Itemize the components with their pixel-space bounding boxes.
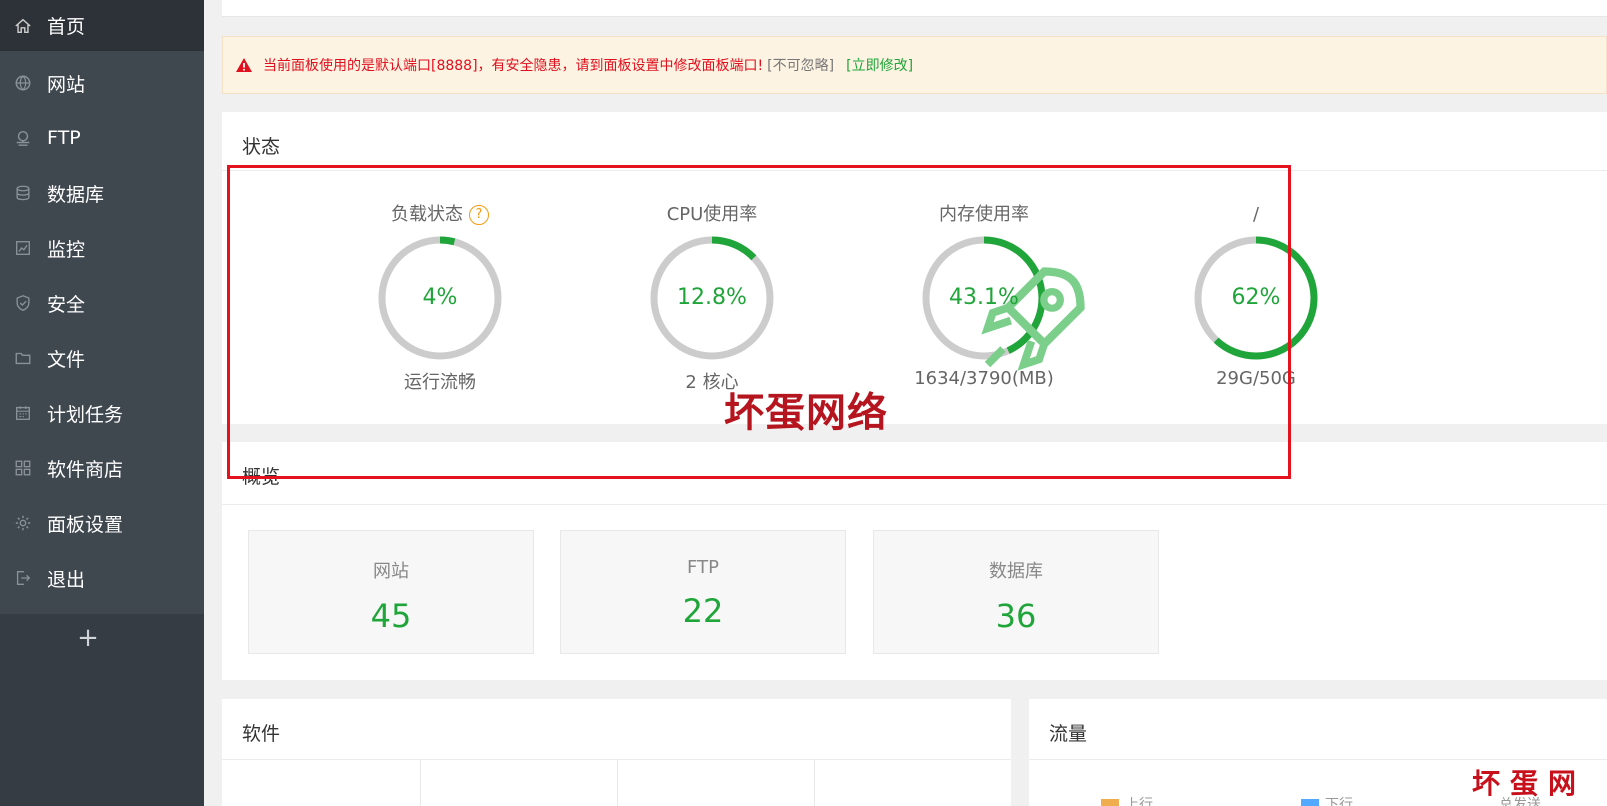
home-icon [13, 16, 33, 36]
software-cell-divider [420, 759, 421, 806]
watermark: 坏蛋网络 [724, 389, 888, 436]
sidebar-item-files[interactable]: 文件 [0, 330, 204, 386]
sidebar-item-label: 安全 [47, 293, 86, 316]
grid-icon [13, 458, 33, 478]
alert-message: 当前面板使用的是默认端口[8888]，有安全隐患，请到面板设置中修改面板端口! [263, 58, 764, 74]
globe-icon [13, 73, 33, 93]
sidebar-item-store[interactable]: 软件商店 [0, 440, 204, 496]
sidebar-item-website[interactable]: 网站 [0, 55, 204, 111]
legend-label: 下行 [1325, 797, 1353, 806]
sidebar-item-database[interactable]: 数据库 [0, 165, 204, 221]
overview-card-website[interactable]: 网站 45 [248, 530, 534, 654]
security-alert: 当前面板使用的是默认端口[8888]，有安全隐患，请到面板设置中修改面板端口! … [222, 36, 1607, 94]
sidebar-item-label: 退出 [47, 568, 86, 591]
sidebar-item-label: 面板设置 [47, 513, 124, 536]
sidebar-footer [0, 614, 204, 806]
sidebar: 首页 网站 FTP 数据库 监控 安全 文件 计划任务 软件商店 面板设置 退出… [0, 0, 204, 806]
sidebar-item-cron[interactable]: 计划任务 [0, 385, 204, 441]
legend-swatch [1101, 799, 1119, 806]
sidebar-item-label: 监控 [47, 238, 86, 261]
top-bar [222, 0, 1607, 17]
software-cell-divider [617, 759, 618, 806]
card-label: 数据库 [989, 561, 1043, 582]
monitor-icon [13, 238, 33, 258]
legend-swatch [1301, 799, 1319, 806]
divider [222, 504, 1607, 505]
sidebar-item-logout[interactable]: 退出 [0, 550, 204, 606]
card-value: 22 [682, 592, 724, 630]
card-value: 45 [370, 597, 412, 635]
corner-watermark: 坏蛋网络 [1472, 767, 1587, 800]
gear-icon [13, 513, 33, 533]
status-title: 状态 [242, 136, 281, 158]
software-title: 软件 [242, 723, 281, 745]
software-panel: 软件 [222, 699, 1011, 806]
legend-download[interactable]: 下行 [1301, 794, 1353, 806]
folder-icon [13, 348, 33, 368]
logout-icon [13, 568, 33, 588]
card-label: 网站 [373, 561, 409, 582]
sidebar-item-label: 数据库 [47, 183, 105, 206]
warning-icon [236, 58, 252, 72]
ftp-icon [13, 128, 33, 148]
sidebar-item-label: 文件 [47, 348, 86, 371]
calendar-icon [13, 403, 33, 423]
alert-ignore-link[interactable]: [不可忽略] [767, 55, 834, 75]
sidebar-item-label: 首页 [47, 16, 86, 38]
overview-card-database[interactable]: 数据库 36 [873, 530, 1159, 654]
sidebar-item-label: FTP [47, 127, 81, 149]
sidebar-item-label: 计划任务 [47, 403, 124, 426]
overview-card-ftp[interactable]: FTP 22 [560, 530, 846, 654]
sidebar-item-home[interactable]: 首页 [0, 0, 204, 51]
sidebar-item-ftp[interactable]: FTP [0, 110, 204, 166]
add-shortcut-button[interactable]: + [76, 625, 100, 651]
alert-fix-link[interactable]: [立即修改] [846, 55, 913, 75]
card-value: 36 [995, 597, 1037, 635]
divider [1029, 759, 1607, 760]
sidebar-item-monitor[interactable]: 监控 [0, 220, 204, 276]
shield-icon [13, 293, 33, 313]
sidebar-item-settings[interactable]: 面板设置 [0, 495, 204, 551]
traffic-title: 流量 [1049, 723, 1088, 745]
database-icon [13, 183, 33, 203]
sidebar-item-label: 网站 [47, 73, 86, 96]
card-label: FTP [687, 557, 719, 578]
software-cell-divider [814, 759, 815, 806]
sidebar-item-security[interactable]: 安全 [0, 275, 204, 331]
legend-upload[interactable]: 上行 [1101, 794, 1153, 806]
legend-label: 上行 [1125, 797, 1153, 806]
sidebar-item-label: 软件商店 [47, 458, 124, 481]
